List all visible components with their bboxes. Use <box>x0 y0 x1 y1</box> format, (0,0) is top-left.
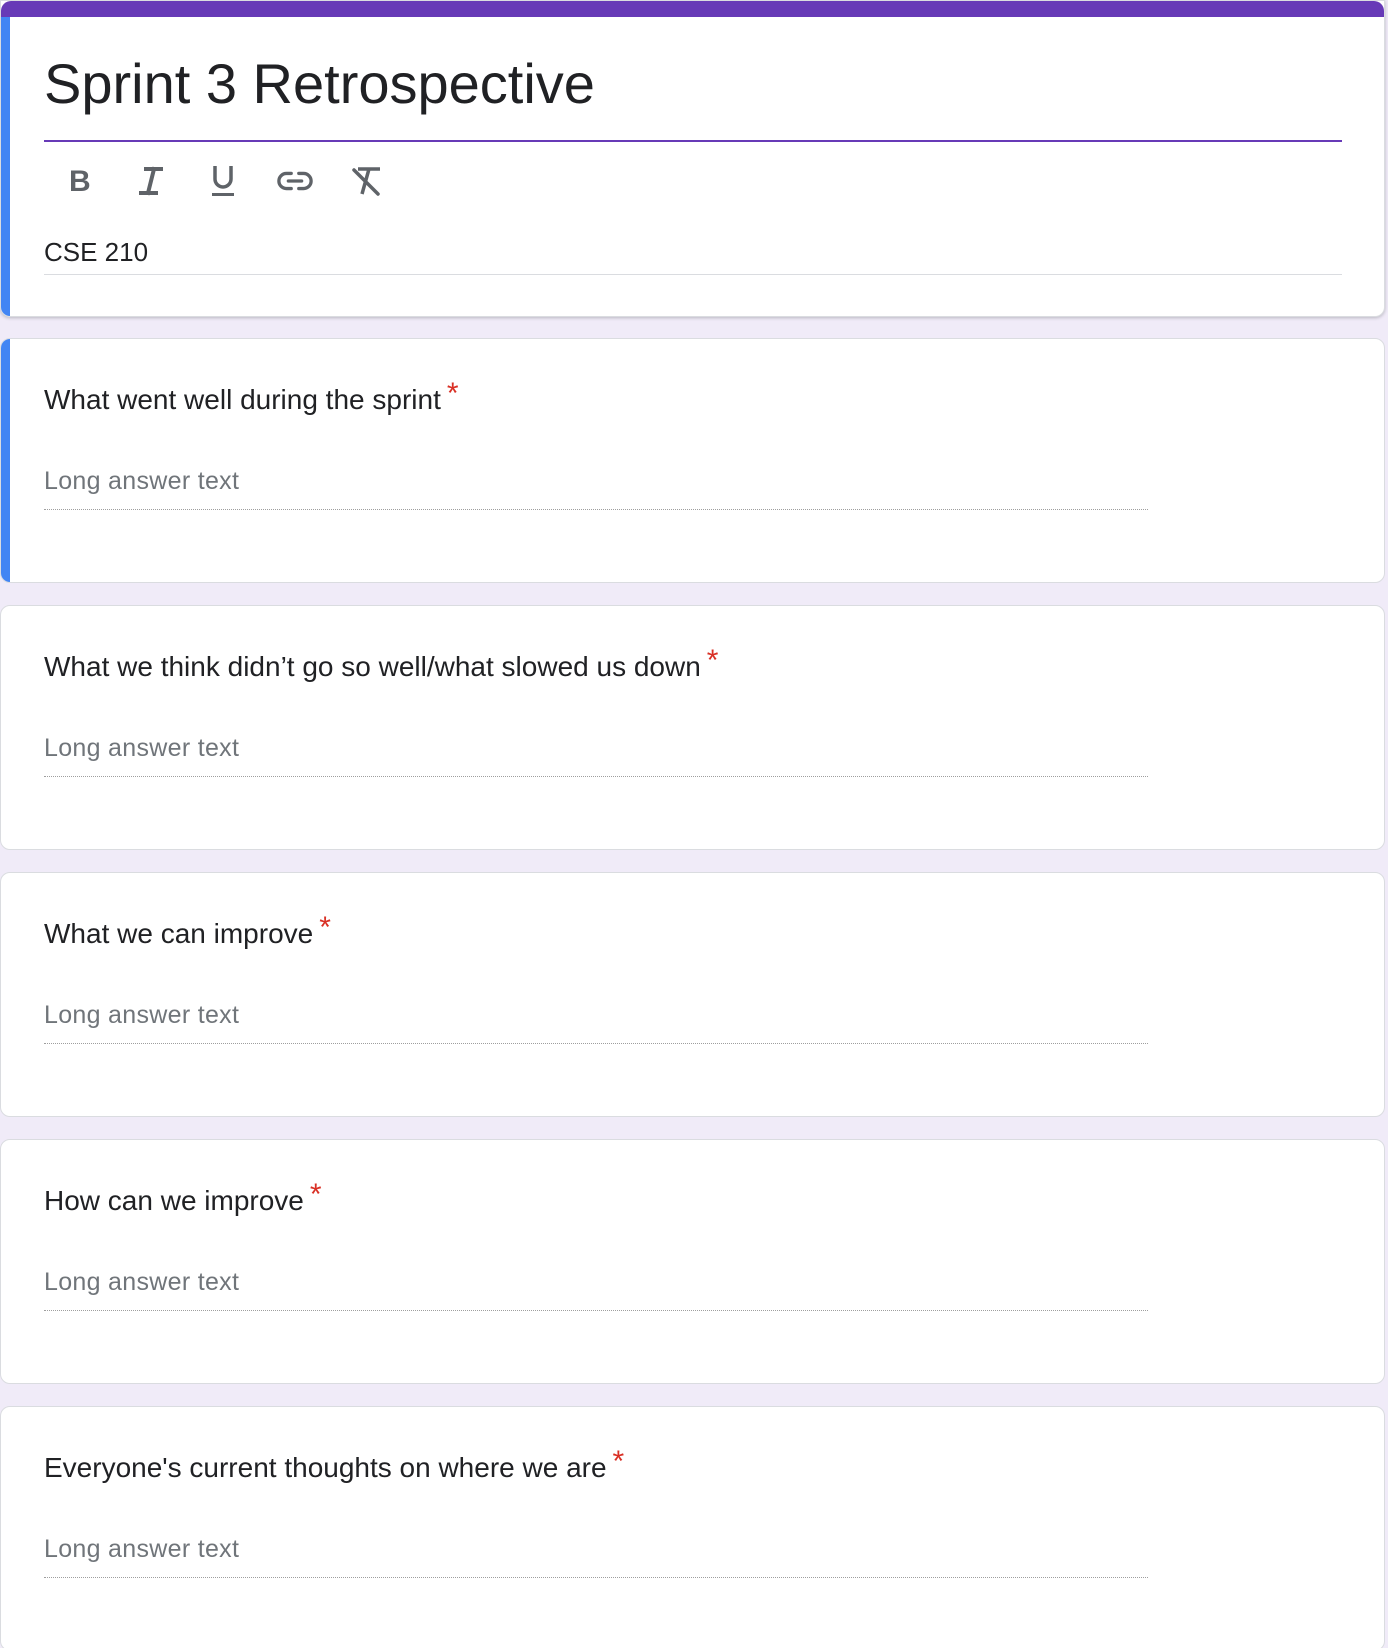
italic-icon <box>139 166 163 196</box>
long-answer-placeholder: Long answer text <box>44 467 240 495</box>
question-title-text: How can we improve <box>44 1185 304 1216</box>
question-title: What we think didn’t go so well/what slo… <box>44 644 718 684</box>
link-icon <box>277 171 313 191</box>
svg-text:B: B <box>69 165 91 197</box>
question-card[interactable]: What went well during the sprint * Long a… <box>0 338 1385 583</box>
question-title: How can we improve * <box>44 1178 322 1218</box>
question-title: What went well during the sprint * <box>44 377 459 417</box>
title-focus-underline <box>44 140 1342 142</box>
question-card[interactable]: How can we improve * Long answer text <box>0 1139 1385 1384</box>
text-format-toolbar: B <box>61 159 421 203</box>
required-asterisk: * <box>612 1445 625 1478</box>
question-card[interactable]: What we think didn’t go so well/what slo… <box>0 605 1385 850</box>
clear-formatting-button[interactable] <box>349 163 385 199</box>
required-asterisk: * <box>706 644 719 677</box>
answer-underline <box>44 1043 1148 1044</box>
italic-button[interactable] <box>133 163 169 199</box>
long-answer-placeholder: Long answer text <box>44 734 240 762</box>
active-card-indicator <box>1 339 10 582</box>
bold-icon: B <box>69 165 91 197</box>
answer-underline <box>44 1310 1148 1311</box>
bold-button[interactable]: B <box>61 163 97 199</box>
form-editor: Sprint 3 Retrospective B CSE 210 What we… <box>0 0 1388 1648</box>
question-title: Everyone's current thoughts on where we … <box>44 1445 624 1485</box>
theme-color-bar <box>1 1 1384 17</box>
required-asterisk: * <box>446 377 459 410</box>
required-asterisk: * <box>309 1178 322 1211</box>
clear-format-icon <box>352 167 380 196</box>
description-underline <box>44 274 1342 275</box>
long-answer-placeholder: Long answer text <box>44 1535 240 1563</box>
question-card[interactable]: What we can improve * Long answer text <box>0 872 1385 1117</box>
question-card[interactable]: Everyone's current thoughts on where we … <box>0 1406 1385 1648</box>
link-button[interactable] <box>277 163 313 199</box>
long-answer-placeholder: Long answer text <box>44 1001 240 1029</box>
question-title-text: What we think didn’t go so well/what slo… <box>44 651 701 682</box>
question-title: What we can improve * <box>44 911 331 951</box>
form-description[interactable]: CSE 210 <box>44 237 148 268</box>
underline-icon <box>212 166 234 196</box>
active-card-indicator <box>1 17 10 316</box>
underline-button[interactable] <box>205 163 241 199</box>
required-asterisk: * <box>319 911 331 944</box>
answer-underline <box>44 509 1148 510</box>
long-answer-placeholder: Long answer text <box>44 1268 240 1296</box>
answer-underline <box>44 776 1148 777</box>
question-title-text: What we can improve <box>44 918 314 949</box>
question-title-text: Everyone's current thoughts on where we … <box>44 1452 607 1483</box>
form-title[interactable]: Sprint 3 Retrospective <box>44 51 595 116</box>
form-header-card[interactable]: Sprint 3 Retrospective B CSE 210 <box>0 0 1385 317</box>
question-title-text: What went well during the sprint <box>44 384 441 415</box>
answer-underline <box>44 1577 1148 1578</box>
